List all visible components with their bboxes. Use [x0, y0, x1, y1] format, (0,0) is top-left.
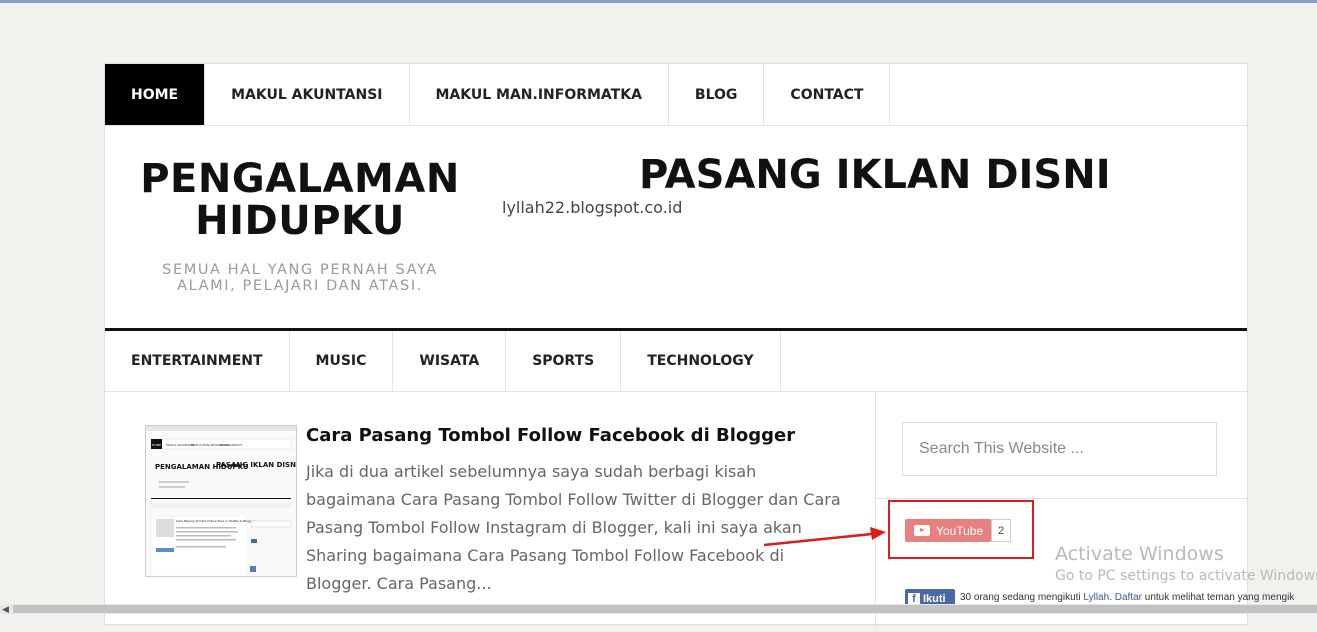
- scroll-left-icon[interactable]: ◀: [2, 604, 9, 615]
- nav-item-blog[interactable]: BLOG: [669, 64, 765, 125]
- thumbnail-image: HOME MAKUL AKUNTANSI MAKUL MAN.INFORMATK…: [146, 426, 296, 576]
- post-excerpt: Jika di dua artikel sebelumnya saya suda…: [306, 462, 841, 593]
- scrollbar-thumb[interactable]: [13, 605, 1317, 613]
- browser-top-line: [0, 0, 1317, 3]
- sidebar-divider: [876, 498, 1247, 499]
- site-title-line-2[interactable]: HIDUPKU: [125, 200, 475, 242]
- ad-url: lyllah22.blogspot.co.id: [502, 198, 683, 217]
- youtube-play-icon: [914, 525, 930, 536]
- site-title-area: PENGALAMAN HIDUPKU SEMUA HAL YANG PERNAH…: [105, 126, 495, 329]
- site-description: SEMUA HAL YANG PERNAH SAYA ALAMI, PELAJA…: [162, 262, 438, 294]
- category-sports[interactable]: SPORTS: [506, 331, 622, 391]
- thumb-nav-home: HOME: [152, 443, 161, 447]
- site-title-line-1[interactable]: PENGALAMAN: [125, 158, 475, 200]
- primary-nav: HOME MAKUL AKUNTANSI MAKUL MAN.INFORMATK…: [105, 64, 1247, 126]
- category-technology[interactable]: TECHNOLOGY: [621, 331, 781, 391]
- youtube-subscribe-button[interactable]: YouTube: [905, 519, 991, 542]
- nav-item-home[interactable]: HOME: [105, 64, 206, 125]
- content-sidebar-divider: [875, 392, 876, 632]
- nav-item-makul-akuntansi[interactable]: MAKUL AKUNTANSI: [205, 64, 410, 125]
- nav-item-makul-man-informatka[interactable]: MAKUL MAN.INFORMATKA: [410, 64, 669, 125]
- site-title[interactable]: PENGALAMAN HIDUPKU: [125, 158, 475, 242]
- thumb-ad-title: PASANG IKLAN DISNI: [216, 461, 296, 469]
- search-input[interactable]: [902, 422, 1217, 476]
- post-thumbnail[interactable]: HOME MAKUL AKUNTANSI MAKUL MAN.INFORMATK…: [145, 425, 297, 577]
- page-container: HOME MAKUL AKUNTANSI MAKUL MAN.INFORMATK…: [104, 63, 1248, 632]
- category-entertainment[interactable]: ENTERTAINMENT: [105, 331, 290, 391]
- thumb-post-title: Cara Pasang Tombol Follow Face in Twitte…: [176, 519, 256, 523]
- category-nav: ENTERTAINMENT MUSIC WISATA SPORTS TECHNO…: [105, 331, 1247, 392]
- category-wisata[interactable]: WISATA: [393, 331, 507, 391]
- post-title[interactable]: Cara Pasang Tombol Follow Facebook di Bl…: [306, 425, 795, 446]
- category-music[interactable]: MUSIC: [290, 331, 394, 391]
- horizontal-scrollbar[interactable]: ◀: [0, 604, 1317, 614]
- nav-item-contact[interactable]: CONTACT: [764, 64, 891, 125]
- youtube-label: YouTube: [936, 523, 984, 538]
- thumb-nav-contact: CONTACT: [228, 443, 242, 447]
- ad-title: PASANG IKLAN DISNI: [639, 152, 1111, 198]
